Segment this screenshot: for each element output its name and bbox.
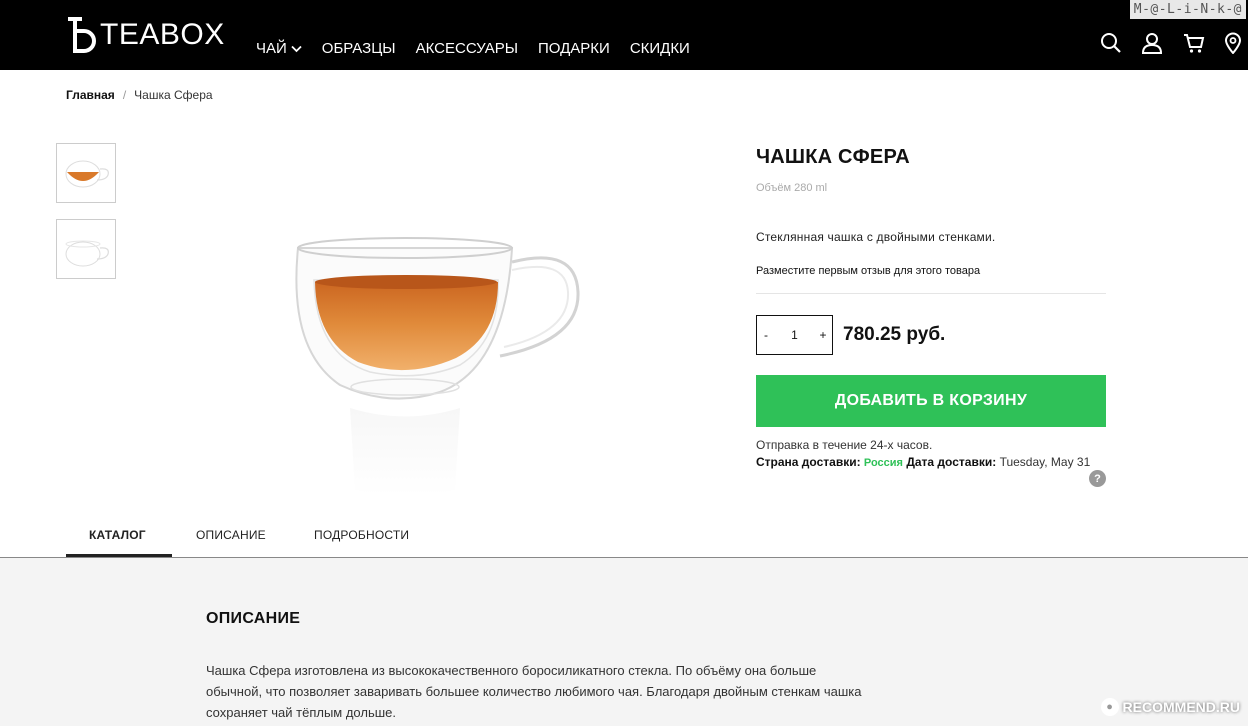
main-nav: ЧАЙ ОБРАЗЦЫ АКСЕССУАРЫ ПОДАРКИ СКИДКИ <box>256 40 710 57</box>
nav-gifts[interactable]: ПОДАРКИ <box>538 40 610 57</box>
recommend-logo-icon: ● <box>1100 698 1119 716</box>
nav-accessories[interactable]: АКСЕССУАРЫ <box>416 40 518 57</box>
watermark-bottom-text: RECOMMEND.RU <box>1122 699 1240 715</box>
product-price: 780.25 руб. <box>843 324 946 345</box>
nav-discounts[interactable]: СКИДКИ <box>630 40 690 57</box>
quantity-increase-button[interactable]: + <box>818 328 828 342</box>
description-heading: ОПИСАНИЕ <box>206 610 301 627</box>
product-main-image[interactable] <box>230 140 650 510</box>
shipping-country-label: Страна доставки: <box>756 455 861 469</box>
top-header: TEABOX ЧАЙ ОБРАЗЦЫ АКСЕССУАРЫ ПОДАРКИ СК… <box>0 0 1248 70</box>
product-short-description: Стеклянная чашка с двойными стенками. <box>756 230 996 244</box>
description-text: Чашка Сфера изготовлена из высококачеств… <box>206 663 862 720</box>
breadcrumb-home[interactable]: Главная <box>66 88 115 102</box>
shipping-date: Tuesday, May 31 <box>999 455 1091 469</box>
cup-thumbnail-image <box>65 160 109 188</box>
tab-details[interactable]: ПОДРОБНОСТИ <box>314 528 409 542</box>
shipping-country[interactable]: Россия <box>864 457 903 469</box>
nav-tea-label: ЧАЙ <box>256 40 287 57</box>
tab-catalog[interactable]: КАТАЛОГ <box>89 528 146 542</box>
search-icon[interactable] <box>1100 32 1122 54</box>
tab-description[interactable]: ОПИСАНИЕ <box>196 528 266 542</box>
nav-tea[interactable]: ЧАЙ <box>256 40 302 57</box>
empty-cup-thumbnail-image <box>65 240 109 267</box>
divider <box>756 293 1106 294</box>
active-tab-indicator <box>66 554 172 557</box>
add-to-cart-button[interactable]: ДОБАВИТЬ В КОРЗИНУ <box>756 375 1106 427</box>
shipping-details: Страна доставки: Россия Дата доставки: T… <box>756 454 1101 471</box>
cart-icon[interactable] <box>1183 32 1205 54</box>
product-title: ЧАШКА СФЕРА <box>756 146 910 168</box>
logo-mark-icon <box>68 17 96 53</box>
quantity-decrease-button[interactable]: - <box>761 328 771 342</box>
breadcrumb: Главная / Чашка Сфера <box>66 88 213 102</box>
description-section: ОПИСАНИЕ Чашка Сфера изготовлена из высо… <box>0 558 1248 726</box>
logo[interactable]: TEABOX <box>66 14 225 56</box>
watermark-bottom: ● RECOMMEND.RU <box>1100 698 1240 716</box>
watermark-top: M-@-L-i-N-k-@ <box>1129 0 1246 19</box>
nav-samples[interactable]: ОБРАЗЦЫ <box>322 40 396 57</box>
logo-text: TEABOX <box>100 18 225 51</box>
help-icon[interactable]: ? <box>1089 470 1106 487</box>
shipping-note: Отправка в течение 24-х часов. <box>756 438 933 452</box>
account-icon[interactable] <box>1141 32 1163 54</box>
chevron-down-icon <box>291 45 302 52</box>
location-icon[interactable] <box>1224 32 1242 54</box>
breadcrumb-current: Чашка Сфера <box>134 88 213 102</box>
review-link[interactable]: Разместите первым отзыв для этого товара <box>756 265 980 277</box>
thumbnail-2[interactable] <box>56 219 116 279</box>
quantity-input[interactable]: 1 <box>771 328 818 342</box>
breadcrumb-separator: / <box>122 88 127 102</box>
product-volume: Объём 280 ml <box>756 182 828 194</box>
thumbnail-1[interactable] <box>56 143 116 203</box>
product-tabs: КАТАЛОГ ОПИСАНИЕ ПОДРОБНОСТИ <box>0 514 1248 558</box>
quantity-stepper: - 1 + <box>756 315 833 355</box>
shipping-date-label: Дата доставки: <box>906 455 997 469</box>
